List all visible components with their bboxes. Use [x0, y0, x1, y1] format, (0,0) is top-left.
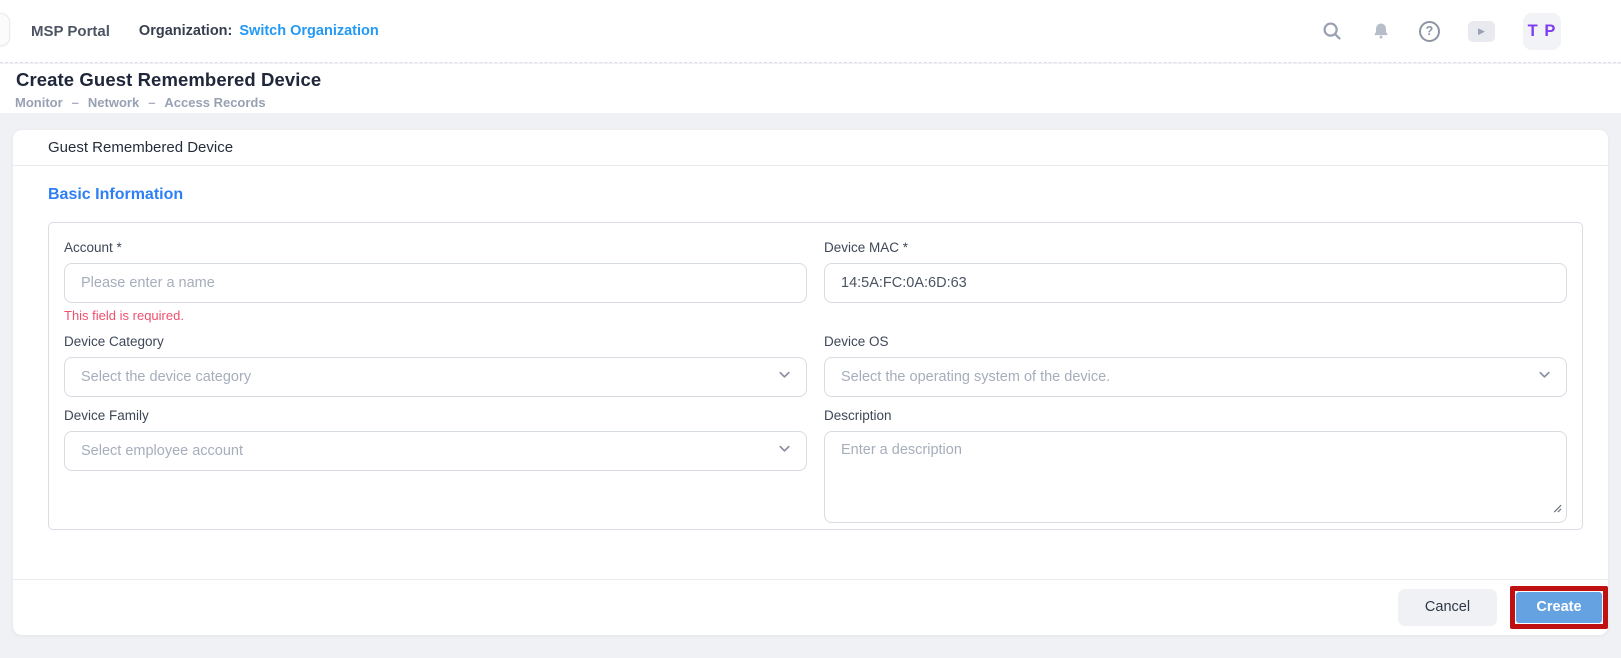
organization-label-text: Organization:: [139, 23, 232, 39]
device-family-label: Device Family: [64, 407, 807, 424]
description-label: Description: [824, 407, 1567, 424]
user-avatar[interactable]: T P: [1523, 13, 1561, 50]
basic-information-heading: Basic Information: [48, 186, 183, 204]
breadcrumb-network[interactable]: Network: [88, 95, 139, 110]
device-family-placeholder: Select employee account: [81, 443, 243, 459]
card-title: Guest Remembered Device: [48, 139, 233, 156]
chevron-down-icon: [777, 441, 792, 461]
chevron-down-icon: [1537, 367, 1552, 387]
breadcrumb-separator: –: [72, 95, 79, 110]
search-icon[interactable]: [1321, 20, 1343, 42]
create-button[interactable]: Create: [1516, 592, 1602, 623]
account-input[interactable]: [64, 263, 807, 303]
breadcrumb-separator: –: [148, 95, 155, 110]
device-os-placeholder: Select the operating system of the devic…: [841, 369, 1110, 385]
help-icon-glyph: ?: [1426, 24, 1434, 38]
device-mac-input[interactable]: [824, 263, 1567, 303]
device-family-select[interactable]: Select employee account: [64, 431, 807, 471]
device-category-placeholder: Select the device category: [81, 369, 251, 385]
device-os-label: Device OS: [824, 333, 1567, 350]
field-account: Account * This field is required.: [64, 239, 807, 323]
create-button-highlight-box: Create: [1510, 586, 1608, 629]
app-title: MSP Portal: [31, 23, 110, 40]
page-title: Create Guest Remembered Device: [16, 69, 321, 91]
device-category-label: Device Category: [64, 333, 807, 350]
play-icon-glyph: ▶: [1478, 26, 1485, 37]
footer-divider: [13, 579, 1608, 580]
guest-remembered-device-card: Guest Remembered Device Basic Informatio…: [13, 130, 1608, 635]
form-footer: Cancel Create: [1398, 579, 1608, 635]
page-heading-section: Create Guest Remembered Device Monitor –…: [0, 64, 1621, 113]
basic-information-fieldset: Account * This field is required. Device…: [48, 222, 1583, 530]
account-error-message: This field is required.: [64, 308, 807, 323]
tutorial-play-icon[interactable]: ▶: [1468, 21, 1495, 42]
resize-handle-icon[interactable]: [1551, 500, 1562, 518]
card-header: Guest Remembered Device: [13, 130, 1608, 166]
breadcrumb: Monitor – Network – Access Records: [15, 95, 266, 110]
description-textarea[interactable]: [824, 431, 1567, 523]
sidebar-toggle[interactable]: [0, 13, 10, 46]
device-os-select[interactable]: Select the operating system of the devic…: [824, 357, 1567, 397]
field-description: Description: [824, 407, 1567, 523]
top-bar-actions: ? ▶ T P: [1321, 13, 1561, 50]
chevron-down-icon: [777, 367, 792, 387]
cancel-button[interactable]: Cancel: [1398, 589, 1497, 626]
top-bar: MSP Portal Organization: Switch Organizat…: [0, 0, 1621, 63]
field-device-category: Device Category Select the device catego…: [64, 333, 807, 397]
organization-label: Organization: Switch Organization: [139, 23, 379, 39]
switch-organization-link[interactable]: Switch Organization: [239, 23, 378, 39]
account-label: Account *: [64, 239, 807, 256]
description-textarea-wrap: [824, 431, 1567, 523]
field-device-os: Device OS Select the operating system of…: [824, 333, 1567, 397]
breadcrumb-monitor[interactable]: Monitor: [15, 95, 63, 110]
breadcrumb-access-records[interactable]: Access Records: [164, 95, 265, 110]
field-device-family: Device Family Select employee account: [64, 407, 807, 471]
field-device-mac: Device MAC *: [824, 239, 1567, 303]
help-icon[interactable]: ?: [1419, 21, 1440, 42]
device-mac-label: Device MAC *: [824, 239, 1567, 256]
notification-bell-icon[interactable]: [1371, 21, 1391, 41]
device-category-select[interactable]: Select the device category: [64, 357, 807, 397]
